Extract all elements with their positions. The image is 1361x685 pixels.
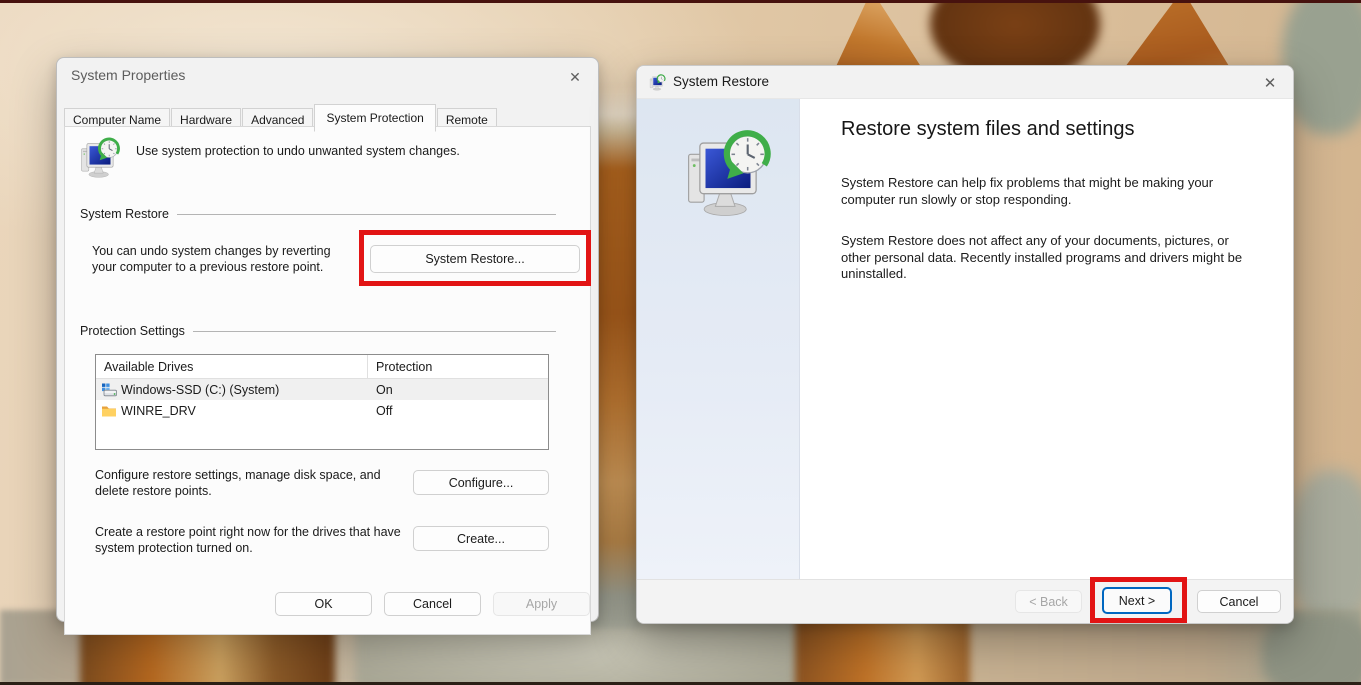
column-header-available-drives[interactable]: Available Drives [96,355,368,378]
folder-icon [101,403,117,419]
screenshot-stage: System Properties ✕ Computer Name Hardwa… [0,0,1361,685]
table-header-row[interactable]: Available Drives Protection [96,355,548,379]
protection-settings-table: Available Drives Protection Windows-SSD … [95,354,549,450]
system-protection-icon [79,137,121,179]
wizard-cancel-button[interactable]: Cancel [1197,590,1281,613]
system-restore-large-icon [683,129,773,219]
back-button[interactable]: < Back [1015,590,1082,613]
drive-name: WINRE_DRV [121,404,196,418]
system-drive-icon [101,382,117,398]
top-dark-strip [0,0,1361,3]
tab-system-protection[interactable]: System Protection [314,104,435,132]
wizard-side-panel [637,99,800,579]
system-restore-titlebar-icon [649,74,666,91]
apply-button[interactable]: Apply [493,592,590,616]
tab-description: Use system protection to undo unwanted s… [136,144,460,158]
next-button[interactable]: Next > [1102,587,1172,614]
create-button[interactable]: Create... [413,526,549,551]
system-protection-tab-page: Use system protection to undo unwanted s… [64,126,591,635]
system-restore-group-label: System Restore [80,207,169,221]
close-icon[interactable]: ✕ [1257,71,1283,95]
system-restore-button[interactable]: System Restore... [370,245,580,273]
system-restore-group-header: System Restore [80,207,556,221]
rock-right [1288,470,1361,630]
group-rule [177,214,556,215]
ok-button[interactable]: OK [275,592,372,616]
system-properties-dialog: System Properties ✕ Computer Name Hardwa… [56,57,599,622]
table-row-winre-drv[interactable]: WINRE_DRV Off [96,400,548,421]
wizard-heading: Restore system files and settings [841,118,1134,141]
system-restore-dialog: System Restore ✕ Restore system files an… [636,65,1294,624]
protection-status: On [368,383,548,397]
system-properties-title: System Properties [71,67,185,83]
protection-settings-group-label: Protection Settings [80,324,185,338]
configure-text: Configure restore settings, manage disk … [95,467,413,499]
column-header-protection[interactable]: Protection [368,360,548,374]
configure-button[interactable]: Configure... [413,470,549,495]
group-rule [193,331,556,332]
create-text: Create a restore point right now for the… [95,524,413,556]
drive-name: Windows-SSD (C:) (System) [121,383,279,397]
protection-status: Off [368,404,548,418]
wizard-paragraph-1: System Restore can help fix problems tha… [841,175,1246,208]
close-icon[interactable]: ✕ [562,65,588,89]
cancel-button[interactable]: Cancel [384,592,481,616]
wizard-footer [637,579,1293,623]
wizard-paragraph-2: System Restore does not affect any of yo… [841,233,1246,283]
system-properties-titlebar[interactable]: System Properties ✕ [57,58,598,98]
system-restore-titlebar[interactable]: System Restore ✕ [637,66,1293,99]
system-restore-text: You can undo system changes by reverting… [92,243,350,275]
system-restore-title: System Restore [673,74,769,89]
protection-settings-group-header: Protection Settings [80,324,556,338]
table-row-windows-ssd[interactable]: Windows-SSD (C:) (System) On [96,379,548,400]
